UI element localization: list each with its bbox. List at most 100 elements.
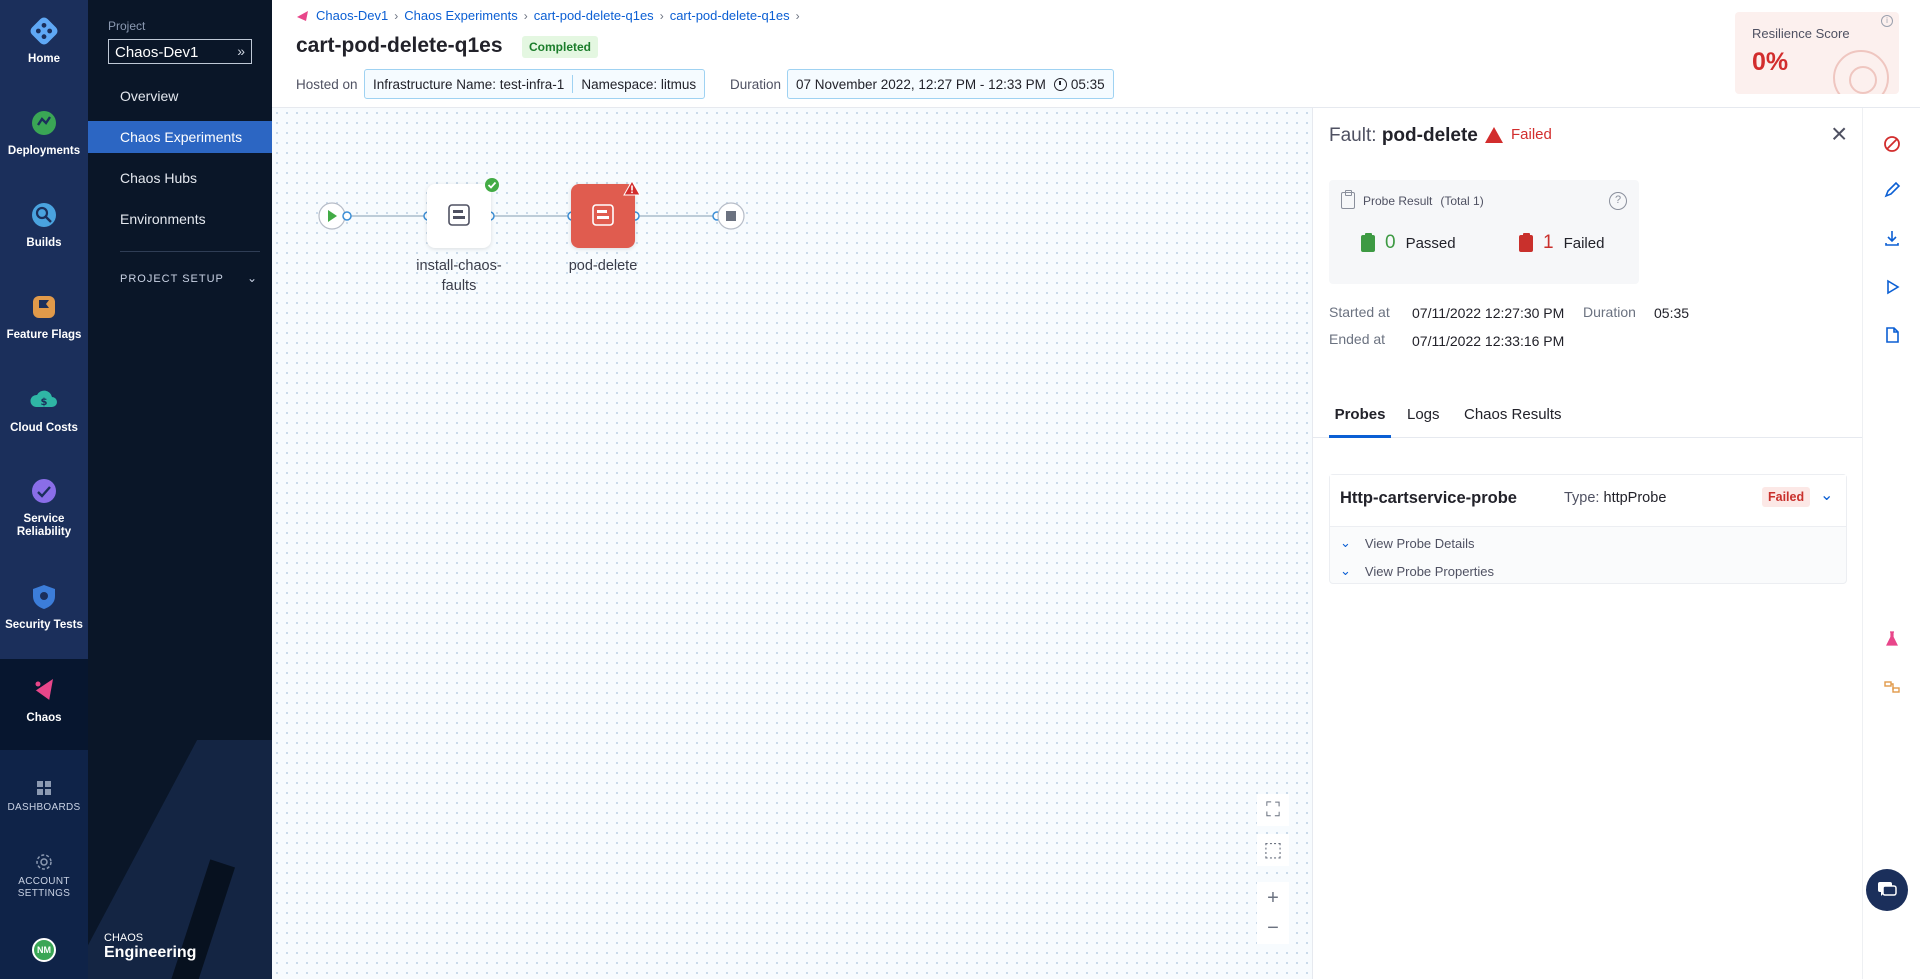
rail-item-label: Home bbox=[28, 53, 60, 65]
chevron-right-icon: › bbox=[394, 8, 399, 23]
rail-item-label: Service Reliability bbox=[16, 513, 72, 538]
info-icon[interactable]: i bbox=[1881, 15, 1893, 27]
user-avatar[interactable]: NM bbox=[32, 938, 56, 962]
resilience-score-card: Resilience Score 0% i bbox=[1735, 12, 1899, 94]
rail-item-account-settings[interactable]: ACCOUNT SETTINGS bbox=[0, 853, 88, 900]
avatar-initials: NM bbox=[37, 945, 51, 955]
rail-item-label: Feature Flags bbox=[6, 329, 82, 341]
service-reliability-icon bbox=[32, 479, 56, 503]
fault-title: Fault: pod-delete bbox=[1329, 125, 1478, 147]
network-icon[interactable] bbox=[1883, 678, 1901, 696]
clipboard-green-icon bbox=[1361, 232, 1375, 252]
probe-item: Http-cartservice-probe Type: httpProbe F… bbox=[1329, 474, 1847, 584]
clipboard-icon bbox=[1341, 190, 1355, 209]
rail-item-label: Deployments bbox=[7, 145, 81, 157]
dashboards-icon bbox=[37, 781, 51, 795]
chevron-right-icon: › bbox=[523, 8, 528, 23]
sidebar-item-chaos-hubs[interactable]: Chaos Hubs bbox=[88, 162, 272, 194]
chat-support-button[interactable] bbox=[1866, 869, 1908, 911]
document-icon[interactable] bbox=[1883, 326, 1901, 344]
fault-status-label: Failed bbox=[1511, 126, 1552, 143]
rail-item-home[interactable]: Home bbox=[0, 14, 88, 66]
sidebar-item-chaos-experiments[interactable]: Chaos Experiments bbox=[88, 121, 272, 153]
breadcrumb-link[interactable]: cart-pod-delete-q1es bbox=[534, 8, 654, 23]
main-nav-rail: Home Deployments Builds Feature Flags $ … bbox=[0, 0, 88, 979]
edit-icon[interactable] bbox=[1883, 181, 1901, 199]
breadcrumb-link[interactable]: Chaos-Dev1 bbox=[316, 8, 388, 23]
clipboard-red-icon bbox=[1519, 232, 1533, 252]
resilience-score-value: 0% bbox=[1752, 48, 1789, 76]
help-icon[interactable]: ? bbox=[1609, 192, 1627, 210]
stop-icon[interactable] bbox=[1883, 135, 1901, 153]
probe-total: (Total 1) bbox=[1440, 193, 1484, 208]
chevron-down-icon: ⌄ bbox=[1340, 535, 1351, 550]
harness-home-icon bbox=[30, 17, 58, 45]
view-probe-properties[interactable]: ⌄ View Probe Properties bbox=[1340, 563, 1494, 579]
rail-item-dashboards[interactable]: DASHBOARDS bbox=[0, 780, 88, 814]
duration-value: 05:35 bbox=[1654, 305, 1690, 321]
passed-number: 0 bbox=[1385, 232, 1396, 253]
duration-box: 07 November 2022, 12:27 PM - 12:33 PM 05… bbox=[787, 69, 1114, 99]
sidebar-item-overview[interactable]: Overview bbox=[88, 80, 272, 112]
node-label: pod-delete bbox=[568, 258, 638, 274]
probe-result-card: Probe Result (Total 1) ? 0 Passed 1 Fail… bbox=[1329, 180, 1639, 284]
rail-item-chaos[interactable]: Chaos bbox=[0, 659, 88, 751]
tab-probes[interactable]: Probes bbox=[1329, 392, 1391, 438]
rail-item-security-tests[interactable]: Security Tests bbox=[0, 580, 88, 632]
probe-type-value: httpProbe bbox=[1603, 490, 1667, 506]
fullscreen-icon[interactable]: ⛶ bbox=[1257, 794, 1289, 826]
chat-icon bbox=[1878, 882, 1897, 896]
chevron-down-icon: ⌄ bbox=[1340, 563, 1351, 578]
chevron-down-icon[interactable]: ⌄ bbox=[1820, 485, 1833, 505]
chevron-right-icon: › bbox=[659, 8, 664, 23]
rail-item-cloud-costs[interactable]: $ Cloud Costs bbox=[0, 383, 88, 435]
breadcrumb-link[interactable]: cart-pod-delete-q1es bbox=[670, 8, 790, 23]
rail-item-deployments[interactable]: Deployments bbox=[0, 106, 88, 158]
sidebar-item-environments[interactable]: Environments bbox=[88, 203, 272, 235]
breadcrumb: Chaos-Dev1 › Chaos Experiments › cart-po… bbox=[296, 8, 800, 23]
cloud-costs-icon: $ bbox=[30, 390, 57, 408]
warning-icon bbox=[623, 180, 641, 196]
probe-result-label: Probe Result bbox=[1363, 193, 1433, 208]
zoom-out-icon[interactable]: − bbox=[1257, 912, 1289, 944]
rail-item-feature-flags[interactable]: Feature Flags bbox=[0, 290, 88, 342]
success-check-icon bbox=[485, 178, 499, 192]
view-probe-details-label: View Probe Details bbox=[1364, 535, 1475, 551]
download-icon[interactable] bbox=[1883, 229, 1901, 247]
probe-type-label: Type: bbox=[1564, 490, 1600, 506]
started-value: 07/11/2022 12:27:30 PM bbox=[1412, 305, 1565, 321]
rail-item-service-reliability[interactable]: Service Reliability bbox=[0, 474, 88, 539]
graph-node-install-chaos-faults[interactable] bbox=[427, 184, 491, 248]
fault-prefix: Fault: bbox=[1329, 125, 1377, 146]
double-chevron-right-icon: » bbox=[237, 43, 245, 59]
close-icon[interactable]: × bbox=[1831, 120, 1847, 148]
run-icon[interactable] bbox=[1883, 278, 1901, 296]
tab-chaos-results[interactable]: Chaos Results bbox=[1464, 392, 1562, 438]
project-selector[interactable]: Chaos-Dev1 » bbox=[108, 39, 252, 64]
tab-logs[interactable]: Logs bbox=[1407, 392, 1440, 438]
rail-item-builds[interactable]: Builds bbox=[0, 198, 88, 250]
clock-icon bbox=[1053, 77, 1067, 91]
project-setup-section[interactable]: PROJECT SETUP ⌄ bbox=[120, 271, 260, 285]
chevron-right-icon: › bbox=[795, 8, 800, 23]
right-action-strip bbox=[1862, 108, 1920, 979]
zoom-in-icon[interactable]: + bbox=[1257, 882, 1289, 914]
chaos-icon bbox=[34, 679, 53, 702]
failed-number: 1 bbox=[1543, 232, 1554, 253]
flask-icon[interactable] bbox=[1883, 630, 1901, 648]
project-label: Project bbox=[108, 19, 146, 33]
fault-status: Failed bbox=[1485, 126, 1552, 143]
started-label: Started at bbox=[1329, 304, 1390, 320]
view-probe-details[interactable]: ⌄ View Probe Details bbox=[1340, 535, 1475, 551]
feature-flags-icon bbox=[33, 296, 55, 318]
duration-value: 05:35 bbox=[1070, 76, 1105, 92]
experiment-graph-canvas[interactable]: install-chaos-faults pod-delete ⛶ ⬚ + − bbox=[272, 108, 1312, 979]
project-name: Chaos-Dev1 bbox=[115, 44, 199, 61]
page-title: cart-pod-delete-q1es bbox=[296, 34, 503, 57]
fault-node-icon bbox=[448, 204, 470, 226]
ended-label: Ended at bbox=[1329, 331, 1386, 347]
breadcrumb-link[interactable]: Chaos Experiments bbox=[404, 8, 517, 23]
rail-item-label: Chaos bbox=[26, 712, 62, 724]
module-sidebar: Project Chaos-Dev1 » Overview Chaos Expe… bbox=[88, 0, 272, 979]
fit-to-screen-icon[interactable]: ⬚ bbox=[1257, 834, 1289, 866]
